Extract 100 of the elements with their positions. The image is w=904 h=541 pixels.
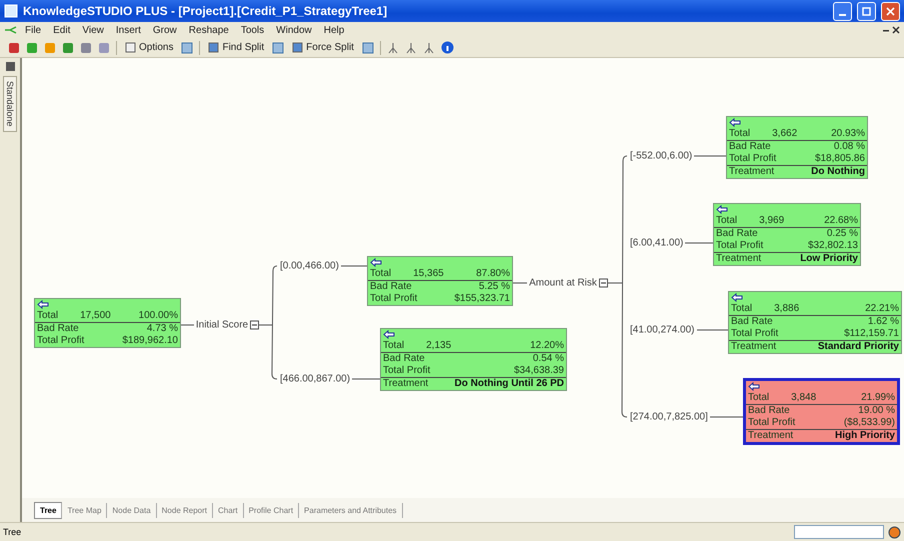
stat-value: 3,662 <box>772 128 798 140</box>
back-arrow-icon[interactable] <box>716 205 728 214</box>
toolbar-icon[interactable] <box>422 42 435 54</box>
treatment-value: Do Nothing Until 26 PD <box>454 378 564 390</box>
stat-value: ($8,533.99) <box>844 417 895 429</box>
view-tab[interactable]: Node Report <box>156 502 214 518</box>
stat-label: Bad Rate <box>383 353 425 365</box>
toolbar-icon[interactable] <box>386 42 399 54</box>
stat-value: $189,962.10 <box>122 335 178 347</box>
treatment-value: High Priority <box>834 430 895 442</box>
stat-label: Total Profit <box>716 240 764 252</box>
status-text: Tree <box>3 527 22 537</box>
back-arrow-icon[interactable] <box>37 300 49 309</box>
stat-value: $155,323.71 <box>454 293 510 305</box>
treatment-label: Treatment <box>716 253 762 265</box>
maximize-button[interactable] <box>857 2 876 20</box>
stat-label: Total Profit <box>37 335 84 347</box>
view-tab[interactable]: Tree Map <box>62 502 108 518</box>
stat-label: Bad Rate <box>731 316 773 328</box>
close-icon <box>886 6 895 16</box>
stat-value: 0.54 % <box>532 353 564 365</box>
stat-label: Total <box>370 268 392 280</box>
view-tab[interactable]: Chart <box>213 502 244 518</box>
branch-range: [-552.00,6.00) <box>629 150 694 162</box>
menu-item[interactable]: Edit <box>48 24 76 36</box>
menu-item[interactable]: View <box>77 24 109 36</box>
stat-label: Total Profit <box>748 417 796 429</box>
view-tab[interactable]: Tree <box>34 502 62 518</box>
toolbar-button[interactable]: Force Split <box>290 42 356 53</box>
stat-label: Total <box>731 303 752 315</box>
stat-value: 87.80% <box>476 268 510 280</box>
back-arrow-icon[interactable] <box>748 382 760 391</box>
minimize-button[interactable] <box>833 2 852 20</box>
menu-item[interactable]: Insert <box>110 24 146 36</box>
toolbar-button[interactable]: Find Split <box>206 42 266 53</box>
toolbar-icon[interactable] <box>62 42 74 54</box>
view-tab[interactable]: Profile Chart <box>244 502 300 518</box>
view-tab[interactable]: Parameters and Attributes <box>299 502 403 518</box>
toolbar-icon <box>125 42 136 53</box>
stat-value: 19.00 % <box>858 405 895 417</box>
menu-item[interactable]: Reshape <box>184 24 234 36</box>
stat-value: 15,365 <box>413 268 444 280</box>
stat-value: 20.93% <box>831 128 865 140</box>
stat-label: Total <box>716 215 738 227</box>
tree-node[interactable]: Total 3,969 22.68% Bad Rate 0.25 % Total Profit $32,802.13 Treatment Low Priority <box>713 203 861 266</box>
close-icon[interactable] <box>892 26 900 34</box>
close-button[interactable] <box>881 2 900 20</box>
tree-node[interactable]: Total 3,886 22.21% Bad Rate 1.62 % Total Profit $112,159.71 Treatment Standard Priority <box>728 291 902 354</box>
tree-node[interactable]: Total 2,135 12.20% Bad Rate 0.54 % Total Profit $34,638.39 Treatment Do Nothing Until 26 PD <box>380 328 567 391</box>
split-variable: Amount at Risk <box>528 278 598 288</box>
stat-value: 12.20% <box>530 340 564 352</box>
stat-value: 3,969 <box>759 215 784 227</box>
stat-value: 2,135 <box>426 340 452 352</box>
menu-item[interactable]: File <box>20 24 46 36</box>
back-arrow-icon[interactable] <box>729 118 741 127</box>
stat-label: Total Profit <box>729 153 776 165</box>
connector-line <box>608 282 622 284</box>
toolbar-button[interactable]: Options <box>123 42 176 53</box>
toolbar-icon[interactable] <box>362 42 374 54</box>
tree-node[interactable]: Total 15,365 87.80% Bad Rate 5.25 % Total Profit $155,323.71 <box>367 256 513 306</box>
toolbar-icon[interactable] <box>404 42 417 54</box>
menu-item[interactable]: Grow <box>148 24 182 36</box>
view-tab[interactable]: Node Data <box>107 502 157 518</box>
collapse-icon[interactable] <box>598 278 608 288</box>
stat-value: 1.62 % <box>868 316 899 328</box>
stat-label: Total Profit <box>731 328 778 340</box>
stat-value: $112,159.71 <box>844 328 899 340</box>
stat-value: 17,500 <box>80 310 111 322</box>
toolbar-icon[interactable] <box>80 42 92 54</box>
treatment-label: Treatment <box>729 166 774 178</box>
tree-node[interactable]: Total 17,500 100.00% Bad Rate 4.73 % Total Profit $189,962.10 <box>34 298 181 348</box>
toolbar-icon[interactable] <box>181 42 194 54</box>
stat-value: $34,638.39 <box>514 365 564 377</box>
back-arrow-icon[interactable] <box>731 293 743 302</box>
connector-line <box>181 324 194 326</box>
side-tab[interactable]: Standalone <box>3 76 17 132</box>
toolbar-icon[interactable] <box>8 42 20 54</box>
minimize-icon <box>839 14 846 16</box>
stat-label: Bad Rate <box>716 228 758 240</box>
branch-range: [6.00,41.00) <box>629 238 684 248</box>
toolbar-icon <box>208 42 220 53</box>
help-icon[interactable] <box>440 41 454 54</box>
stat-label: Bad Rate <box>37 323 79 335</box>
connector-line <box>352 378 380 380</box>
back-arrow-icon[interactable] <box>370 258 382 267</box>
stat-value: $32,802.13 <box>808 240 858 252</box>
stat-label: Bad Rate <box>729 141 771 153</box>
stat-value: 0.08 % <box>834 141 865 153</box>
stat-label: Bad Rate <box>748 405 790 417</box>
tree-node[interactable]: Total 3,662 20.93% Bad Rate 0.08 % Total Profit $18,805.86 Treatment Do Nothing <box>726 116 868 179</box>
treatment-label: Treatment <box>748 430 794 442</box>
menu-item[interactable]: Help <box>318 24 350 36</box>
branch-range: [466.00,867.00) <box>279 374 352 384</box>
tree-node[interactable]: Total 3,848 21.99% Bad Rate 19.00 % Total Profit ($8,533.99) Treatment High Priority <box>743 378 900 445</box>
menu-item[interactable]: Window <box>271 24 317 36</box>
menu-item[interactable]: Tools <box>236 24 270 36</box>
back-arrow-icon[interactable] <box>383 330 395 339</box>
toolbar-icon[interactable] <box>272 42 284 54</box>
collapse-icon[interactable] <box>250 320 260 330</box>
stat-value: 5.25 % <box>478 281 510 293</box>
